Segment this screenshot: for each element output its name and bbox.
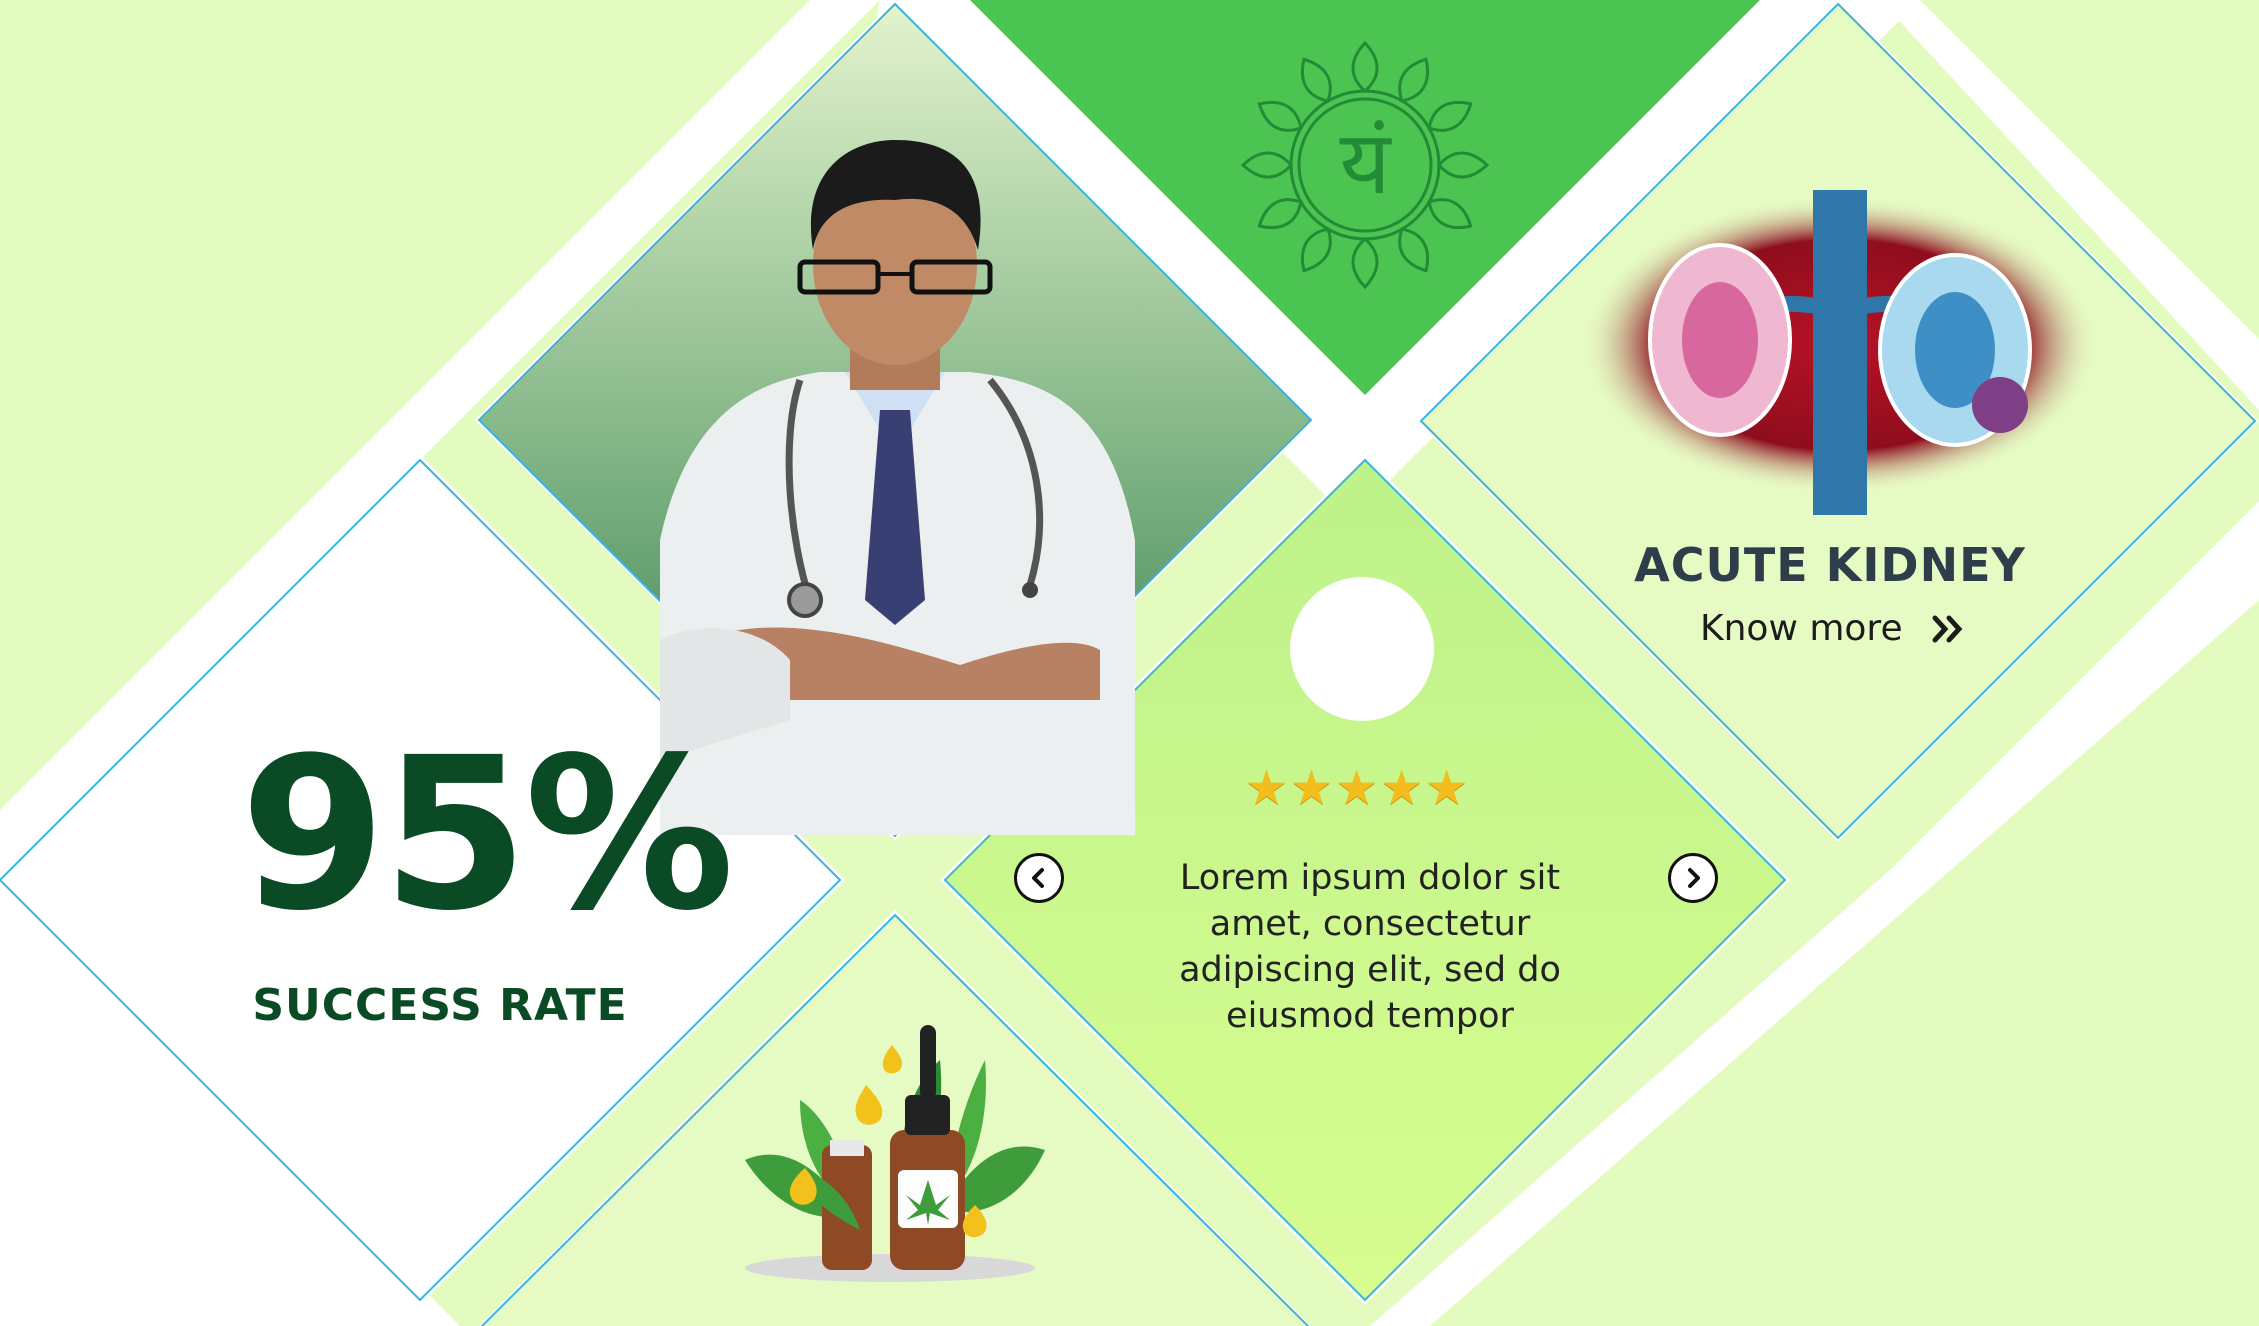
star-rating: ★ ★ ★ ★ ★	[1245, 765, 1468, 813]
star-icon: ★	[1245, 762, 1289, 815]
star-icon: ★	[1335, 762, 1379, 815]
testimonial-text: Lorem ipsum dolor sit amet, consectetur …	[1179, 858, 1561, 1036]
double-chevron-right-icon	[1932, 615, 1962, 642]
previous-testimonial-button[interactable]	[1014, 853, 1064, 903]
star-icon: ★	[1380, 762, 1424, 815]
success-rate-label: SUCCESS RATE	[252, 980, 628, 1031]
star-icon: ★	[1290, 762, 1334, 815]
feature-title: ACUTE KIDNEY	[1634, 538, 2026, 592]
chevron-right-icon	[1688, 868, 1700, 888]
diamond-grid-banner: यं 95% SUCCESS RATE ACUTE KIDNEY Know mo…	[0, 0, 2259, 1326]
know-more-link[interactable]: Know more	[1700, 608, 1965, 649]
diamond-tiles-layer: यं	[0, 0, 2259, 1326]
chevron-left-icon	[1032, 868, 1044, 888]
know-more-label: Know more	[1700, 608, 1903, 649]
success-percentage: 95%	[240, 712, 735, 957]
star-icon: ★	[1425, 762, 1469, 815]
chakra-syllable: यं	[1339, 111, 1392, 214]
reviewer-avatar	[1290, 577, 1434, 721]
next-testimonial-button[interactable]	[1668, 853, 1718, 903]
